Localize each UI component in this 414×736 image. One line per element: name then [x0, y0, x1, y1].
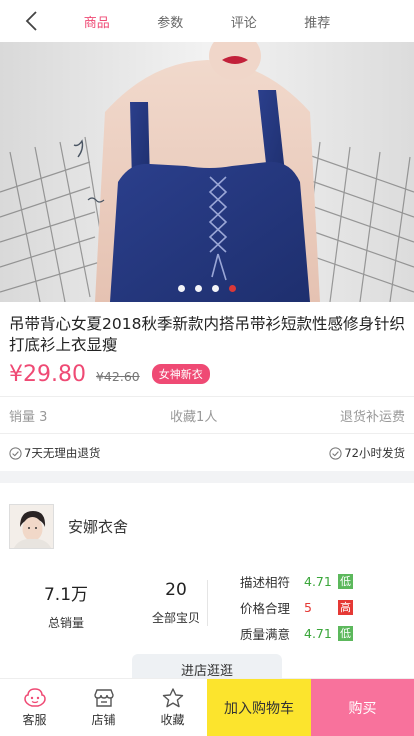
shop-ratings: 描述相符 4.71 低 价格合理 5 高 质量满意 4.71 低: [240, 568, 353, 646]
return-shipping: 退货补运费: [339, 410, 405, 425]
customer-service-icon: [23, 687, 46, 707]
carousel-dot[interactable]: [195, 285, 202, 292]
add-to-cart-button[interactable]: 加入购物车: [207, 679, 311, 736]
metric-label: 全部宝贝: [151, 611, 200, 625]
original-price: ¥42.60: [95, 369, 140, 384]
buy-now-button[interactable]: 购买: [311, 679, 414, 736]
current-price: ¥29.80: [9, 362, 86, 387]
rating-row: 价格合理 5 高: [240, 594, 353, 620]
divider: [0, 396, 414, 397]
top-nav: 商品 参数 评论 推荐: [0, 0, 414, 42]
rating-name: 描述相符: [240, 574, 291, 590]
rating-name: 质量满意: [240, 626, 291, 642]
carousel-dot-active[interactable]: [229, 285, 236, 292]
section-separator: [0, 471, 414, 483]
rating-level-badge: 低: [338, 625, 353, 641]
product-image-carousel[interactable]: ​: [0, 42, 414, 302]
favorite-count: 收藏1人: [170, 410, 218, 425]
product-stats: 销量 3 收藏1人 退货补运费: [9, 406, 405, 425]
tab-comments[interactable]: 评论: [225, 12, 263, 31]
rating-level-badge: 高: [338, 599, 353, 615]
chevron-left-icon: [25, 11, 37, 31]
shop-metrics: 7.1万 总销量 20 全部宝贝: [30, 580, 212, 631]
store-label: 店铺: [91, 712, 116, 727]
favorite-label: 收藏: [160, 712, 185, 727]
service-label: 72小时发货: [344, 446, 405, 460]
rating-row: 质量满意 4.71 低: [240, 620, 353, 646]
rating-row: 描述相符 4.71 低: [240, 568, 353, 594]
price-row: ¥29.80 ¥42.60 女神新衣: [9, 362, 210, 387]
carousel-dot[interactable]: [178, 285, 185, 292]
favorite-button[interactable]: 收藏: [138, 679, 207, 736]
product-title: 吊带背心女夏2018秋季新款内搭吊带衫短款性感修身针织打底衫上衣显瘦: [9, 315, 405, 354]
customer-service-button[interactable]: 客服: [0, 679, 69, 736]
store-button[interactable]: 店铺: [69, 679, 138, 736]
shop-header[interactable]: 安娜衣舍: [9, 504, 128, 549]
metric-value: 20: [165, 580, 187, 600]
rating-score: 4.71: [304, 573, 332, 589]
service-7day-return: 7天无理由退货: [9, 445, 100, 461]
metric-label: 总销量: [47, 616, 84, 630]
service-label: 客服: [22, 712, 47, 727]
vertical-divider: [207, 580, 208, 626]
store-icon: [93, 688, 114, 707]
product-photo: ​: [0, 42, 414, 302]
metric-total-sales: 7.1万 总销量: [30, 580, 102, 631]
service-72h-ship: 72小时发货: [329, 445, 405, 461]
sales-count: 销量 3: [9, 410, 48, 425]
divider: [0, 433, 414, 434]
tab-recommend[interactable]: 推荐: [298, 12, 336, 31]
metric-all-items[interactable]: 20 全部宝贝: [140, 580, 212, 631]
tab-bar: 商品 参数 评论 推荐: [60, 0, 354, 42]
rating-score: 5: [304, 599, 312, 615]
back-button[interactable]: [18, 8, 44, 34]
promo-tag: 女神新衣: [151, 364, 210, 384]
service-guarantees: 7天无理由退货 72小时发货: [9, 445, 405, 461]
check-circle-icon: [9, 446, 22, 460]
avatar-image: [10, 505, 53, 548]
rating-score: 4.71: [304, 625, 332, 641]
tab-goods[interactable]: 商品: [78, 12, 116, 31]
bottom-action-bar: 客服 店铺 收藏 加入购物车 购买: [0, 678, 414, 736]
shop-avatar[interactable]: [9, 504, 54, 549]
carousel-dot[interactable]: [212, 285, 219, 292]
shop-name[interactable]: 安娜衣舍: [68, 516, 128, 537]
service-label: 7天无理由退货: [24, 446, 101, 460]
rating-name: 价格合理: [240, 600, 291, 616]
rating-level-badge: 低: [338, 573, 353, 589]
metric-value: 7.1万: [43, 585, 89, 605]
tab-params[interactable]: 参数: [151, 12, 189, 31]
carousel-indicator: [0, 285, 414, 292]
star-icon: [162, 687, 183, 707]
check-circle-icon: [329, 446, 342, 460]
